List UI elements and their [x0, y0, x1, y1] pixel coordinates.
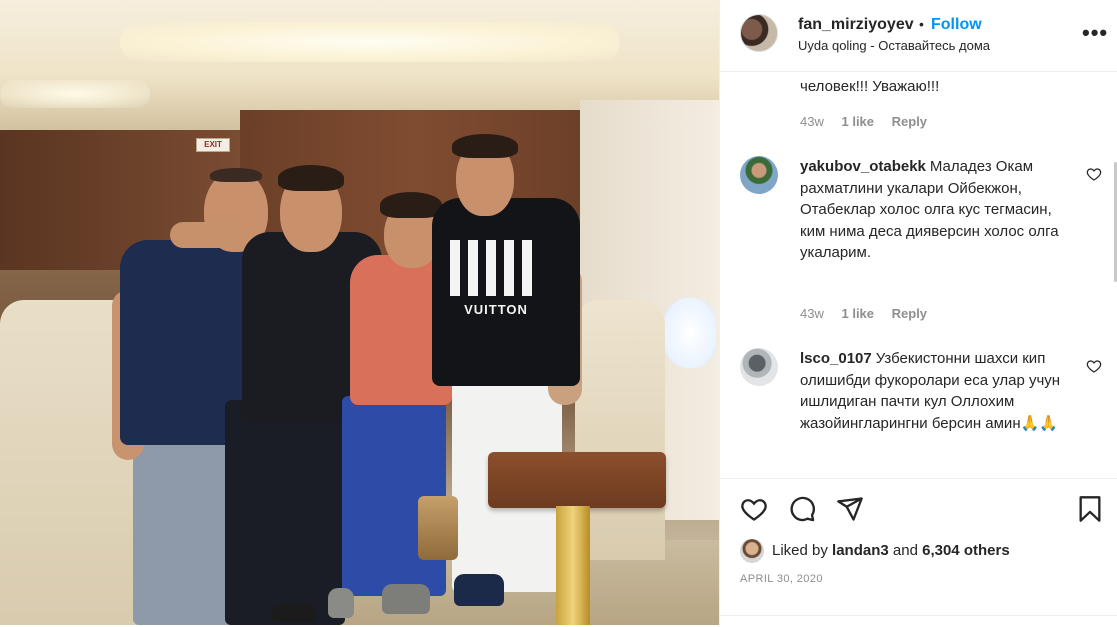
author-avatar[interactable]	[740, 14, 778, 52]
reply-button[interactable]: Reply	[892, 114, 927, 129]
author-username[interactable]: fan_mirziyoyev	[798, 16, 914, 34]
post-header: fan_mirziyoyev • Follow Uyda qoling - Ос…	[720, 0, 1117, 72]
add-comment-bar	[720, 615, 1117, 627]
comment-fragment: человек!!! Уважаю!!!	[800, 78, 940, 95]
post-actions: Liked by landan3 and 6,304 others APRIL …	[720, 478, 1117, 625]
comment-icon[interactable]	[788, 495, 816, 523]
comment-item: lsco_0107 Узбекистонни шахси кип олишибди…	[740, 348, 1110, 478]
liked-by-avatar[interactable]	[740, 539, 764, 563]
exit-sign: EXIT	[196, 138, 230, 152]
more-options-icon[interactable]: •••	[1082, 20, 1108, 46]
comment-body: yakubov_otabekk Маладез Окам рахматлини у…	[800, 156, 1070, 264]
heart-icon[interactable]	[740, 495, 768, 523]
comment-body: lsco_0107 Узбекистонни шахси кип олишибди…	[800, 348, 1070, 434]
comment-meta: 43w 1 like Reply	[800, 306, 941, 321]
commenter-username[interactable]: yakubov_otabekk	[800, 158, 926, 175]
waste-bin	[418, 496, 458, 560]
likes-count[interactable]: 6,304 others	[922, 542, 1010, 559]
commenter-username[interactable]: lsco_0107	[800, 350, 872, 367]
follow-button[interactable]: Follow	[931, 16, 982, 34]
liked-by: Liked by landan3 and 6,304 others	[740, 539, 1010, 563]
liked-by-and: and	[892, 541, 918, 559]
post-photo[interactable]: EXIT VUITTON	[0, 0, 719, 625]
comment-age: 43w	[800, 114, 824, 129]
comments-list[interactable]: человек!!! Уважаю!!! 43w 1 like Reply ya…	[720, 72, 1117, 478]
shirt-text: VUITTON	[464, 302, 528, 317]
shirt-stripes	[450, 240, 532, 296]
reply-button[interactable]: Reply	[892, 306, 927, 321]
comment-likes[interactable]: 1 like	[841, 306, 874, 321]
comment-likes[interactable]: 1 like	[841, 114, 874, 129]
ceiling-light	[120, 22, 620, 62]
comment-meta: 43w 1 like Reply	[800, 114, 941, 129]
bookmark-icon[interactable]	[1076, 495, 1104, 523]
share-icon[interactable]	[836, 495, 864, 523]
like-comment-icon[interactable]	[1086, 166, 1102, 182]
post-side-panel: fan_mirziyoyev • Follow Uyda qoling - Ос…	[719, 0, 1117, 625]
side-table	[488, 452, 666, 508]
commenter-avatar[interactable]	[740, 156, 778, 194]
like-comment-icon[interactable]	[1086, 358, 1102, 374]
aircraft-window	[664, 298, 716, 368]
comment-item: yakubov_otabekk Маладез Окам рахматлини у…	[740, 156, 1110, 326]
post-location[interactable]: Uyda qoling - Оставайтесь дома	[798, 38, 990, 53]
commenter-avatar[interactable]	[740, 348, 778, 386]
post-date[interactable]: APRIL 30, 2020	[740, 573, 823, 585]
comment-age: 43w	[800, 306, 824, 321]
liked-by-user[interactable]: landan3	[832, 542, 889, 559]
separator-dot: •	[919, 16, 924, 32]
ceiling-light-left	[0, 80, 150, 108]
liked-by-prefix: Liked by	[772, 541, 828, 559]
table-leg	[556, 506, 590, 625]
